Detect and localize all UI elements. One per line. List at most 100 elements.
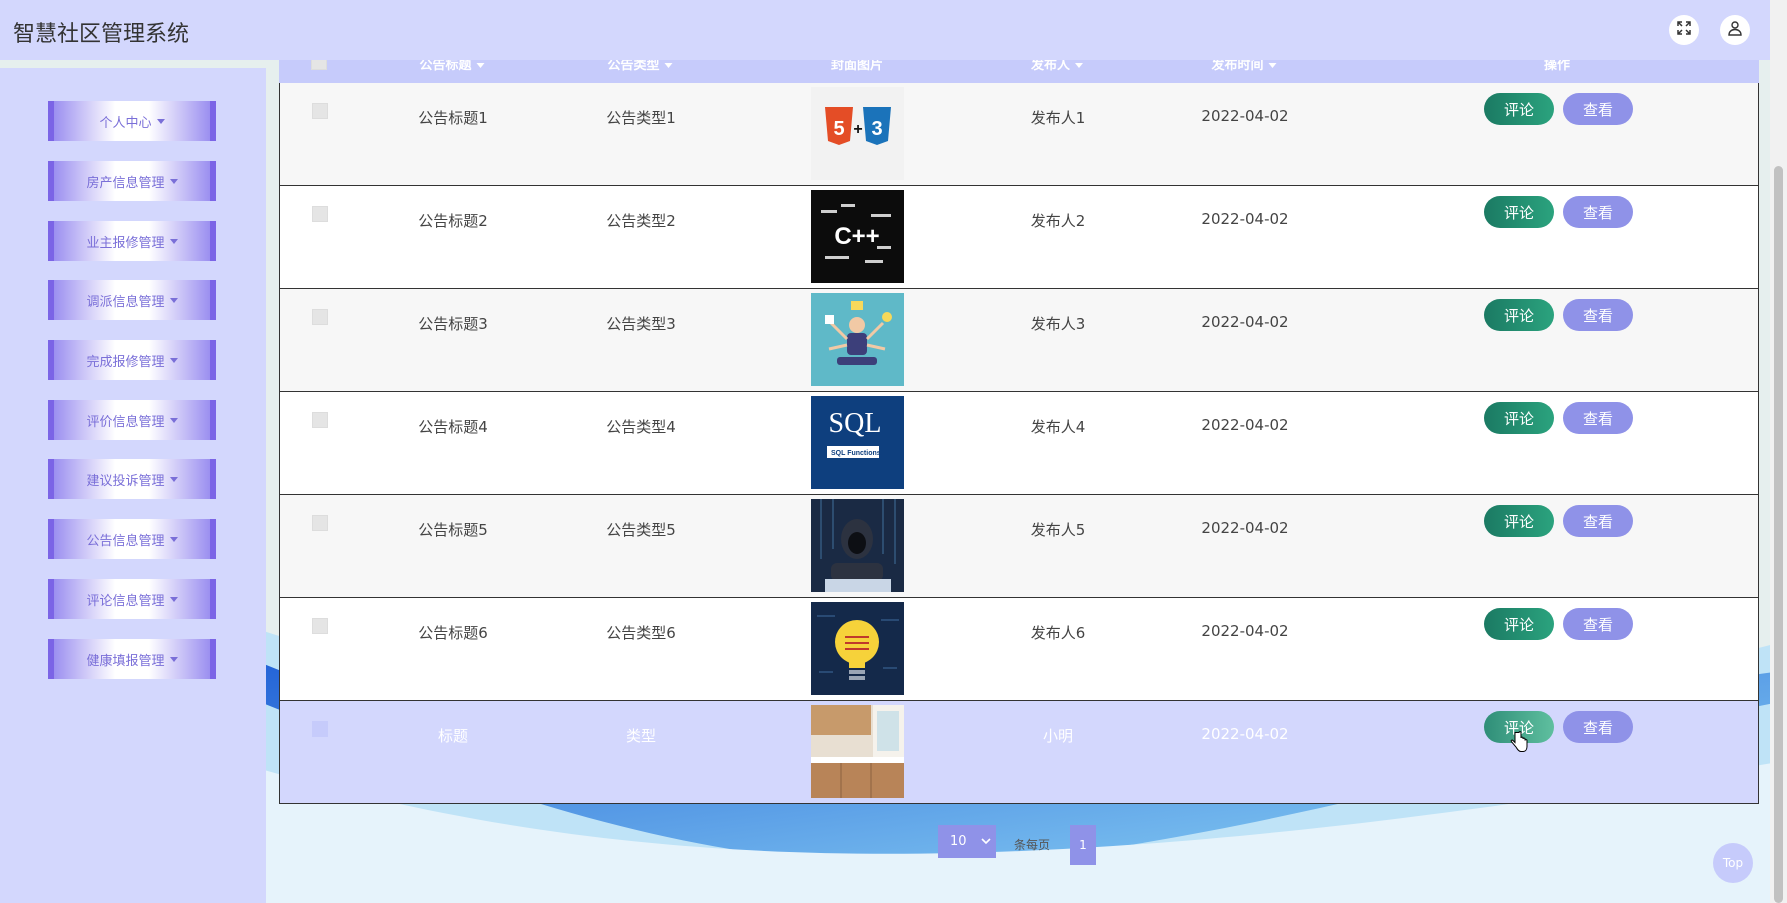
sidebar-item-label: 完成报修管理 xyxy=(86,354,165,370)
sidebar-item-label: 公告信息管理 xyxy=(86,533,165,549)
caret-down-icon xyxy=(169,238,178,244)
row-checkbox[interactable] xyxy=(312,103,328,119)
cell-date: 2022-04-02 xyxy=(1201,725,1289,743)
cover-image-html5-css3: 5 + 3 xyxy=(811,87,904,180)
sidebar-item-property-info[interactable]: 房产信息管理 xyxy=(48,161,216,201)
table-row: 公告标题5 公告类型5 发布人5 2022-04-02 评论 查看 xyxy=(279,495,1759,598)
row-checkbox[interactable] xyxy=(312,515,328,531)
cover-image-cpp-wordcloud: C++ xyxy=(811,190,904,283)
page-number-1[interactable]: 1 xyxy=(1070,825,1096,865)
cover-image-hacker xyxy=(811,499,904,592)
sidebar-item-comment-info[interactable]: 评论信息管理 xyxy=(48,579,216,619)
sidebar-item-health-report[interactable]: 健康填报管理 xyxy=(48,639,216,679)
view-button[interactable]: 查看 xyxy=(1563,93,1633,125)
comment-button[interactable]: 评论 xyxy=(1484,93,1554,125)
caret-down-icon xyxy=(169,417,178,423)
cell-title: 公告标题2 xyxy=(418,212,488,230)
cell-publisher: 发布人3 xyxy=(1030,315,1086,333)
hand-cursor-icon xyxy=(1510,731,1528,757)
chevron-down-icon xyxy=(980,834,991,849)
cell-title: 公告标题5 xyxy=(418,521,488,539)
row-checkbox[interactable] xyxy=(312,309,328,325)
sidebar-item-label: 评价信息管理 xyxy=(86,414,165,430)
table-row: 公告标题1 公告类型1 5 + 3 发布人1 2022-04-02 评论 查看 xyxy=(279,83,1759,186)
view-button[interactable]: 查看 xyxy=(1563,196,1633,228)
css3-text: 3 xyxy=(871,118,882,140)
caret-down-icon xyxy=(169,297,178,303)
comment-button[interactable]: 评论 xyxy=(1484,608,1554,640)
sidebar-item-announcement-info[interactable]: 公告信息管理 xyxy=(48,519,216,559)
cell-title: 标题 xyxy=(437,727,469,745)
cell-type: 公告类型1 xyxy=(606,109,676,127)
cover-image-kitchen xyxy=(811,705,904,798)
comment-button[interactable]: 评论 xyxy=(1484,299,1554,331)
comment-button[interactable]: 评论 xyxy=(1484,505,1554,537)
cell-publisher: 发布人5 xyxy=(1030,521,1086,539)
cell-date: 2022-04-02 xyxy=(1201,313,1289,331)
cell-type: 公告类型2 xyxy=(606,212,676,230)
row-checkbox[interactable] xyxy=(312,412,328,428)
sort-icon xyxy=(476,63,485,68)
cell-title: 公告标题3 xyxy=(418,315,488,333)
sidebar-item-label: 健康填报管理 xyxy=(86,653,165,669)
comment-button[interactable]: 评论 xyxy=(1484,402,1554,434)
cell-publisher: 小明 xyxy=(1042,727,1074,745)
sidebar-item-label: 房产信息管理 xyxy=(86,175,165,191)
caret-down-icon xyxy=(169,536,178,542)
sidebar-item-completed-repair[interactable]: 完成报修管理 xyxy=(48,340,216,380)
top-header: 智慧社区管理系统 xyxy=(0,0,1770,60)
cell-date: 2022-04-02 xyxy=(1201,519,1289,537)
cover-image-sql-functions: SQL SQL Functions xyxy=(811,396,904,489)
cell-date: 2022-04-02 xyxy=(1201,107,1289,125)
page-scrollbar[interactable] xyxy=(1770,0,1787,903)
sidebar-item-label: 建议投诉管理 xyxy=(86,473,165,489)
row-checkbox[interactable] xyxy=(312,721,328,737)
cell-publisher: 发布人1 xyxy=(1030,109,1086,127)
cell-type: 类型 xyxy=(625,727,657,745)
comment-button[interactable]: 评论 xyxy=(1484,196,1554,228)
page-size-value: 10 xyxy=(950,834,967,849)
cell-publisher: 发布人4 xyxy=(1030,418,1086,436)
view-button[interactable]: 查看 xyxy=(1563,402,1633,434)
cell-date: 2022-04-02 xyxy=(1201,622,1289,640)
table-row: 公告标题3 公告类型3 发布人3 2022-04-02 评论 查看 xyxy=(279,289,1759,392)
fullscreen-button[interactable] xyxy=(1669,15,1699,45)
sidebar-item-label: 个人中心 xyxy=(99,115,152,131)
table-row: 公告标题4 公告类型4 SQL SQL Functions 发布人4 2022-… xyxy=(279,392,1759,495)
sidebar-item-suggestion-complaint[interactable]: 建议投诉管理 xyxy=(48,459,216,499)
cell-type: 公告类型3 xyxy=(606,315,676,333)
back-to-top-button[interactable]: Top xyxy=(1713,843,1753,883)
app-title: 智慧社区管理系统 xyxy=(13,22,190,47)
user-button[interactable] xyxy=(1720,15,1750,45)
sidebar-item-evaluation-info[interactable]: 评价信息管理 xyxy=(48,400,216,440)
cell-date: 2022-04-02 xyxy=(1201,210,1289,228)
scrollbar-thumb[interactable] xyxy=(1774,166,1783,903)
view-button[interactable]: 查看 xyxy=(1563,608,1633,640)
page-size-select[interactable]: 10 xyxy=(938,825,996,858)
table-row: 公告标题6 公告类型6 发布人6 2022-04-02 评论 查看 xyxy=(279,598,1759,701)
cpp-text: C++ xyxy=(834,223,879,250)
row-checkbox[interactable] xyxy=(312,618,328,634)
view-button[interactable]: 查看 xyxy=(1563,505,1633,537)
per-page-label: 条每页 xyxy=(1014,838,1051,852)
cell-title: 公告标题6 xyxy=(418,624,488,642)
cover-image-multitask-person xyxy=(811,293,904,386)
sort-icon xyxy=(664,63,673,68)
row-checkbox[interactable] xyxy=(312,206,328,222)
caret-down-icon xyxy=(169,476,178,482)
user-icon xyxy=(1727,20,1743,40)
cell-type: 公告类型4 xyxy=(606,418,676,436)
sidebar-item-label: 调派信息管理 xyxy=(86,294,165,310)
announcement-table: 公告标题 公告类型 封面图片 发布人 发布时间 操作 公告标题1 公告类型1 5… xyxy=(279,50,1759,804)
view-button[interactable]: 查看 xyxy=(1563,299,1633,331)
table-row: 公告标题2 公告类型2 C++ 发布人2 2022-04-02 评论 查看 xyxy=(279,186,1759,289)
sidebar-item-owner-repair[interactable]: 业主报修管理 xyxy=(48,221,216,261)
sort-icon xyxy=(1075,63,1084,68)
view-button[interactable]: 查看 xyxy=(1563,711,1633,743)
cell-publisher: 发布人2 xyxy=(1030,212,1086,230)
sidebar-item-dispatch-info[interactable]: 调派信息管理 xyxy=(48,280,216,320)
cell-title: 公告标题4 xyxy=(418,418,488,436)
caret-down-icon xyxy=(169,596,178,602)
cover-image-lightbulb xyxy=(811,602,904,695)
sidebar-item-personal-center[interactable]: 个人中心 xyxy=(48,101,216,141)
